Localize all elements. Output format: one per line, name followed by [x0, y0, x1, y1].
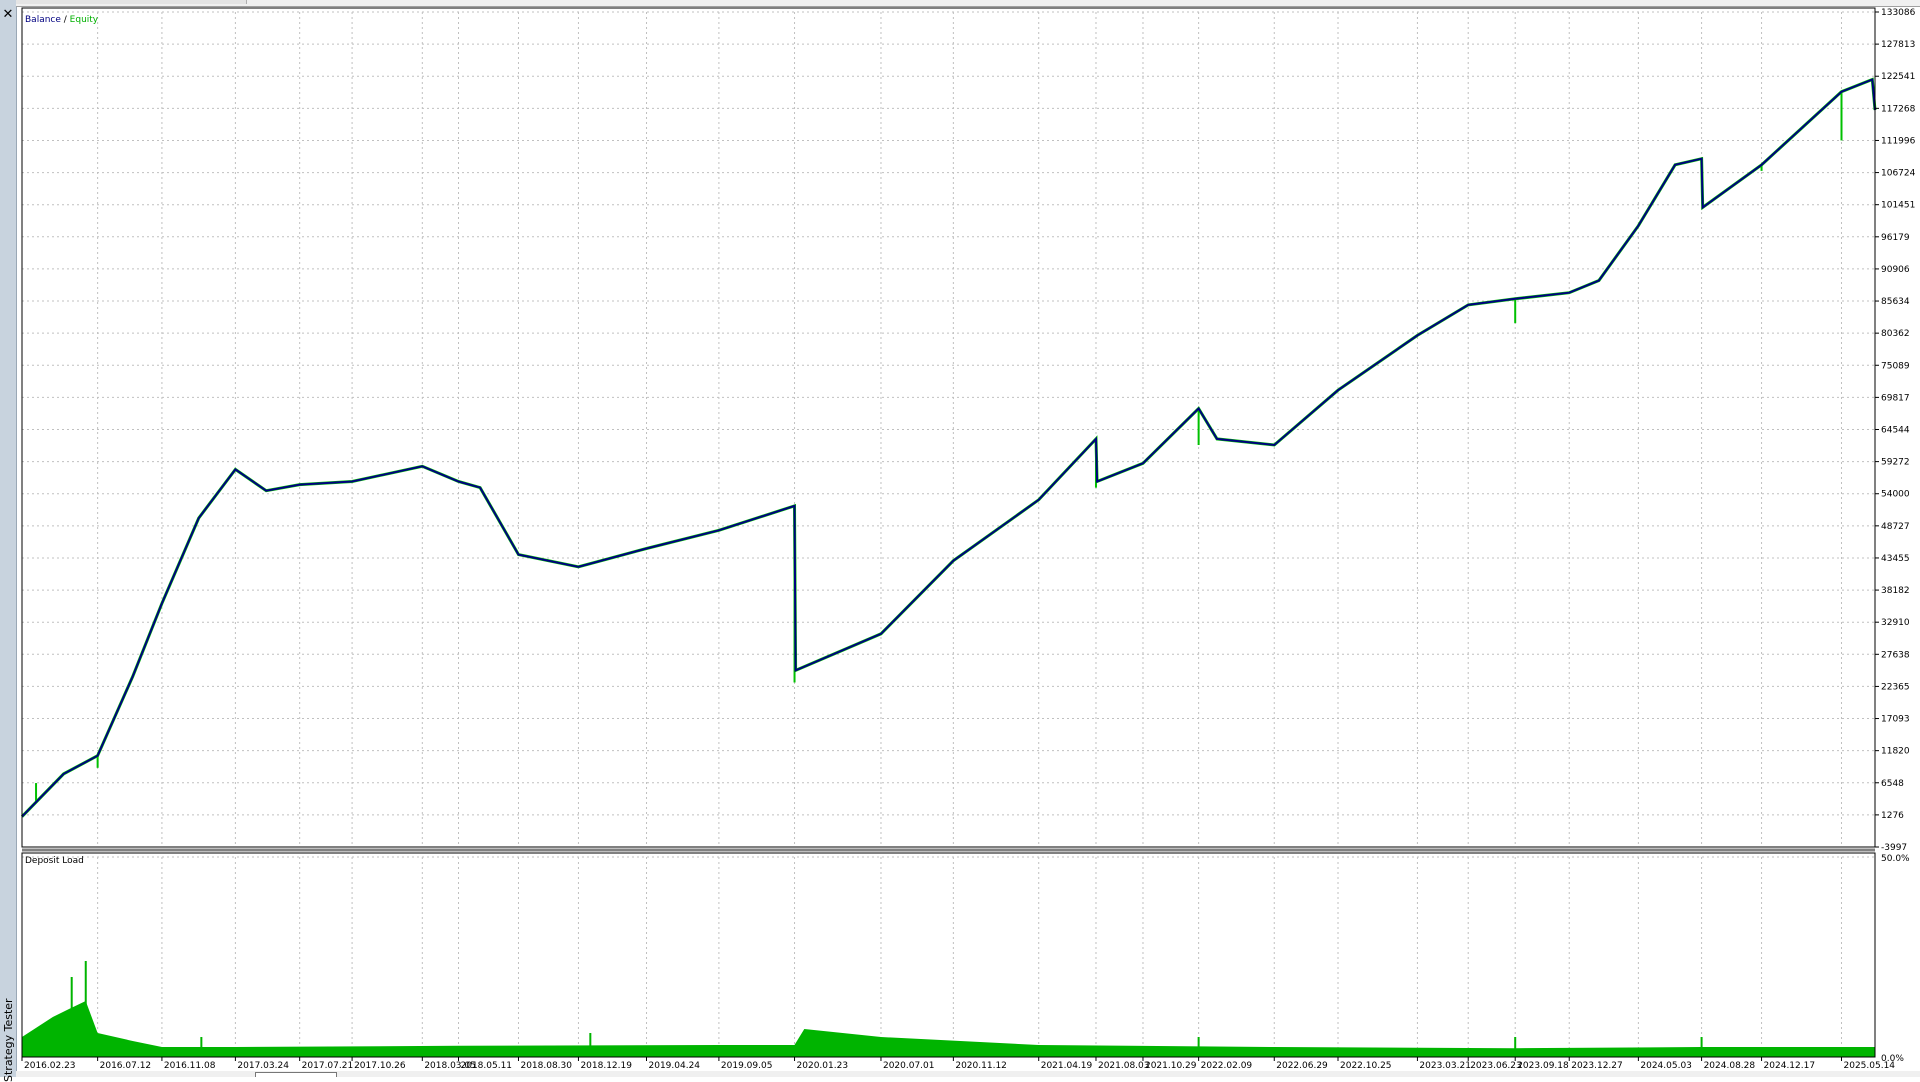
- y-axis-main: 133086 127813 122541 117268 111996 106724 1014…: [1875, 8, 1916, 853]
- y-tick-label: 27638: [1881, 650, 1910, 660]
- main-grid: [21, 11, 1875, 848]
- deposit-grid: [21, 856, 1875, 1058]
- x-tick-label: 2021.10.29: [1145, 1061, 1197, 1071]
- y-tick-label: 122541: [1881, 72, 1915, 82]
- x-tick-label: 2020.11.12: [955, 1061, 1007, 1071]
- deposit-y-tick-label: 50.0%: [1881, 854, 1910, 864]
- y-tick-label: 111996: [1881, 136, 1916, 146]
- x-tick-label: 2024.12.17: [1764, 1061, 1816, 1071]
- x-tick-label: 2023.09.18: [1517, 1061, 1569, 1071]
- deposit-load-title: Deposit Load: [25, 856, 84, 866]
- y-tick-label: 127813: [1881, 40, 1915, 50]
- y-tick-label: 22365: [1881, 682, 1910, 692]
- y-tick-label: 48727: [1881, 522, 1910, 532]
- y-tick-label: 38182: [1881, 586, 1910, 596]
- legend-balance: Balance: [25, 15, 61, 25]
- y-tick-label: 32910: [1881, 618, 1910, 628]
- chart-canvas: 133086 127813 122541 117268 111996 106724 1014…: [20, 7, 1916, 1071]
- y-tick-label: 64544: [1881, 426, 1910, 436]
- x-tick-label: 2018.08.30: [520, 1061, 572, 1071]
- x-tick-label: 2020.01.23: [797, 1061, 849, 1071]
- x-tick-label: 2017.07.21: [302, 1061, 354, 1071]
- legend-separator: /: [61, 15, 70, 25]
- y-tick-label: 96179: [1881, 233, 1910, 243]
- y-axis-deposit: 50.0%0.0%: [1881, 854, 1910, 1064]
- x-axis: 2016.02.23 2016.07.12 2016.11.08 2017.03.24…: [21, 1057, 1896, 1071]
- y-tick-label: 90906: [1881, 265, 1910, 275]
- y-tick-label: 117268: [1881, 104, 1916, 114]
- y-tick-label: 43455: [1881, 554, 1910, 564]
- x-tick-label: 2021.08.03: [1098, 1061, 1150, 1071]
- y-tick-label: 75089: [1881, 361, 1910, 371]
- x-tick-label: 2018.05.11: [461, 1061, 513, 1071]
- y-tick-label: 1276: [1881, 811, 1904, 821]
- y-tick-label: 17093: [1881, 715, 1910, 725]
- x-tick-label: 2019.09.05: [721, 1061, 773, 1071]
- x-tick-label: 2023.12.27: [1571, 1061, 1623, 1071]
- x-tick-label: 2019.04.24: [649, 1061, 701, 1071]
- y-tick-label: 59272: [1881, 458, 1910, 468]
- y-tick-label: 6548: [1881, 779, 1904, 789]
- y-tick-label: 54000: [1881, 490, 1910, 500]
- y-tick-label: 106724: [1881, 169, 1916, 179]
- x-tick-label: 2022.02.09: [1201, 1061, 1253, 1071]
- x-tick-label: 2016.11.08: [164, 1061, 216, 1071]
- x-tick-label: 2024.08.28: [1704, 1061, 1756, 1071]
- y-tick-label: 133086: [1881, 8, 1916, 18]
- y-tick-label: 80362: [1881, 329, 1910, 339]
- x-tick-label: 2023.06.23: [1470, 1061, 1522, 1071]
- x-tick-label: 2024.05.03: [1640, 1061, 1692, 1071]
- x-tick-label: 2021.04.19: [1041, 1061, 1093, 1071]
- y-tick-label: -3997: [1881, 843, 1907, 853]
- y-tick-label: 11820: [1881, 747, 1910, 757]
- x-tick-label: 2016.07.12: [100, 1061, 152, 1071]
- x-tick-label: 2017.03.24: [237, 1061, 289, 1071]
- y-tick-label: 69817: [1881, 393, 1910, 403]
- x-tick-label: 2020.07.01: [883, 1061, 935, 1071]
- x-tick-label: 2022.10.25: [1340, 1061, 1392, 1071]
- x-tick-label: 2017.10.26: [354, 1061, 406, 1071]
- bottom-tab[interactable]: [255, 1072, 337, 1077]
- x-tick-label: 2025.05.14: [1844, 1061, 1896, 1071]
- x-tick-label: 2022.06.29: [1276, 1061, 1328, 1071]
- x-tick-label: 2018.12.19: [580, 1061, 632, 1071]
- legend: Balance / Equity: [25, 15, 99, 25]
- y-tick-label: 101451: [1881, 201, 1915, 211]
- y-tick-label: 85634: [1881, 297, 1910, 307]
- x-tick-label: 2023.03.21: [1419, 1061, 1471, 1071]
- strategy-tester-window: ✕ Strategy Tester 133086 127813 122541 1172…: [0, 0, 1920, 1082]
- legend-equity: Equity: [70, 15, 99, 25]
- x-tick-label: 2016.02.23: [24, 1061, 76, 1071]
